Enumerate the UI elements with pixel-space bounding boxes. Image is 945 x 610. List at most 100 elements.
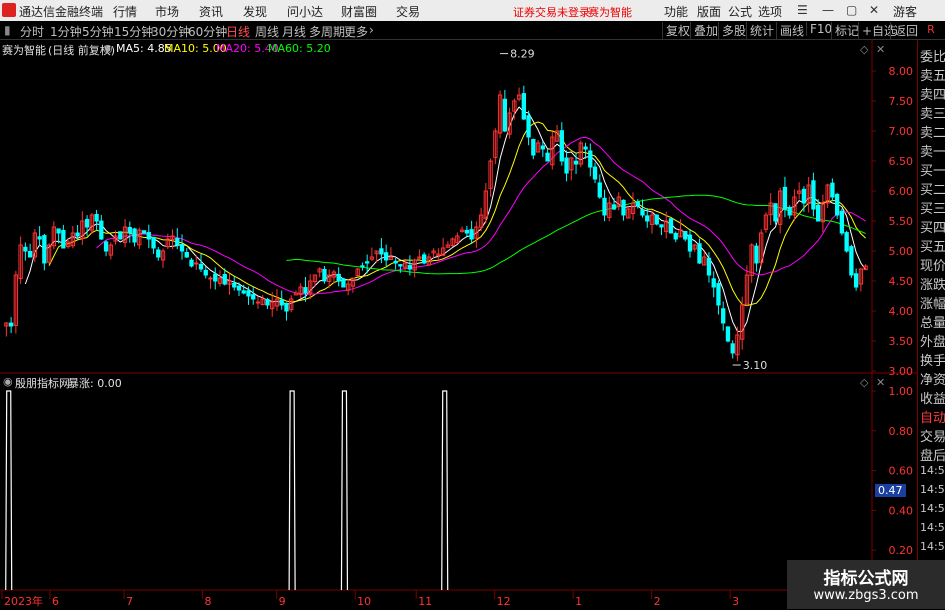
menu-wealth[interactable]: 财富圈	[341, 3, 377, 20]
diamond-icon[interactable]: ◇	[860, 376, 868, 389]
candle-body	[673, 232, 678, 240]
period-1min[interactable]: 1分钟	[50, 23, 82, 40]
candle-body	[27, 251, 33, 258]
menu-trade[interactable]: 交易	[396, 3, 420, 20]
quote-panel-row[interactable]: 现价	[920, 255, 945, 274]
menu-icon[interactable]: ☰	[797, 3, 808, 17]
diamond-icon[interactable]: ◇	[860, 43, 868, 56]
trade-login-notice[interactable]: 证券交易未登录	[513, 4, 590, 20]
btn-f10[interactable]: F10	[806, 22, 832, 36]
quote-panel-row[interactable]: 卖三	[920, 103, 945, 122]
candle-body	[721, 308, 726, 324]
guest-user[interactable]: 游客	[893, 3, 917, 20]
period-15min[interactable]: 15分钟	[114, 23, 153, 40]
candle-body	[844, 232, 849, 252]
menu-layout[interactable]: 版面	[697, 3, 721, 20]
quote-panel-row[interactable]: 14:56	[920, 502, 945, 515]
quote-panel-row[interactable]: 买四	[920, 217, 945, 236]
quote-panel-row[interactable]: 14:56	[920, 540, 945, 553]
candle-body	[213, 273, 218, 282]
quote-panel-row[interactable]: 净资	[920, 369, 945, 388]
menu-ask[interactable]: 问小达	[287, 3, 323, 20]
kline-chart-area[interactable]: 8.00 7.50 7.00 6.50 6.00 5.50 5.00 4.50 4.00 3.50…	[0, 39, 917, 609]
signal-spike	[288, 390, 296, 591]
quote-panel-row[interactable]: 14:56	[920, 464, 945, 477]
quote-panel-row[interactable]: 交易	[920, 426, 945, 445]
period-toolbar: ▮ 分时 1分钟 5分钟 15分钟 30分钟 60分钟 日线 周线 月线 多周期…	[0, 21, 945, 40]
candle-body	[611, 204, 617, 210]
indicator-settings-icon[interactable]: ◉	[3, 375, 13, 388]
candle-body	[222, 274, 227, 285]
menu-market[interactable]: 市场	[155, 3, 179, 20]
quote-panel-row[interactable]: 收益	[920, 388, 945, 407]
quote-panel-row[interactable]: 14:56	[920, 483, 945, 496]
sub-tick-label: 0.40	[889, 504, 914, 517]
menu-options[interactable]: 选项	[758, 3, 782, 20]
btn-overlay[interactable]: 叠加	[690, 22, 718, 39]
menu-formula[interactable]: 公式	[728, 3, 752, 20]
candle-body	[716, 283, 721, 306]
quote-panel-row[interactable]: 买二	[920, 179, 945, 198]
r-tab[interactable]: R	[917, 21, 945, 39]
date-label: 12	[497, 595, 511, 608]
quote-panel-row[interactable]: 总量	[920, 312, 945, 331]
candle-body	[56, 228, 61, 234]
period-monthly[interactable]: 月线	[282, 23, 306, 40]
candle-body	[383, 252, 389, 261]
menu-discover[interactable]: 发现	[243, 3, 267, 20]
price-tick-label: 6.00	[889, 185, 914, 198]
menu-quotes[interactable]: 行情	[113, 3, 137, 20]
quote-panel-row[interactable]: 卖四	[920, 84, 945, 103]
btn-multi-stock[interactable]: 多股	[718, 22, 746, 39]
candle-body	[255, 301, 261, 304]
price-tick-label: 5.00	[889, 245, 914, 258]
candle-body	[398, 264, 403, 267]
period-weekly[interactable]: 周线	[255, 23, 279, 40]
chevron-right-icon[interactable]: ›	[369, 23, 374, 37]
candle-body	[573, 160, 579, 165]
quote-panel-row[interactable]: 外盘	[920, 331, 945, 350]
period-tick[interactable]: 分时	[20, 23, 44, 40]
quote-panel-row[interactable]: 换手	[920, 350, 945, 369]
quote-panel-row[interactable]: 涨幅	[920, 293, 945, 312]
menu-news[interactable]: 资讯	[199, 3, 223, 20]
quote-panel-row[interactable]: 委比	[920, 46, 945, 65]
period-5min[interactable]: 5分钟	[82, 23, 114, 40]
collapse-icon[interactable]: ▮	[4, 23, 11, 37]
ma10-line	[48, 121, 866, 307]
quote-panel-row[interactable]: 买三	[920, 198, 945, 217]
watermark-title: 指标公式网	[823, 569, 909, 589]
btn-draw[interactable]: 画线	[776, 22, 804, 39]
quote-panel-row[interactable]: 14:56	[920, 521, 945, 534]
period-30min[interactable]: 30分钟	[151, 23, 190, 40]
close-icon[interactable]: ✕	[876, 376, 885, 389]
quote-panel-row[interactable]: 涨跌	[920, 274, 945, 293]
btn-restore-rights[interactable]: 复权	[662, 22, 690, 39]
candle-body	[241, 290, 246, 294]
btn-mark[interactable]: 标记	[831, 22, 859, 39]
candle-body	[203, 269, 208, 276]
menu-function[interactable]: 功能	[664, 3, 688, 20]
period-multi[interactable]: 多周期	[309, 23, 345, 40]
settings-icon[interactable]: ◉	[103, 42, 113, 55]
quote-panel-row[interactable]: 卖一	[920, 141, 945, 160]
maximize-icon[interactable]: ▢	[846, 3, 857, 17]
indicator-value: 暴涨: 0.00	[68, 377, 122, 390]
minimize-icon[interactable]: —	[822, 3, 834, 17]
candle-body	[635, 201, 640, 207]
period-daily[interactable]: 日线	[226, 23, 250, 40]
candle-body	[146, 232, 151, 240]
period-60min[interactable]: 60分钟	[188, 23, 227, 40]
btn-statistics[interactable]: 统计	[746, 22, 774, 39]
period-more[interactable]: 更多	[344, 23, 368, 40]
btn-back[interactable]: 返回	[890, 22, 918, 39]
quote-panel-row[interactable]: 卖二	[920, 122, 945, 141]
quote-panel-row[interactable]: 买五	[920, 236, 945, 255]
quote-panel-row[interactable]: 盘后	[920, 445, 945, 464]
close-icon[interactable]: ✕	[869, 3, 879, 17]
close-icon[interactable]: ✕	[876, 43, 885, 56]
quote-panel-row[interactable]: 卖五	[920, 65, 945, 84]
price-tick-label: 3.00	[889, 365, 914, 378]
quote-panel-row[interactable]: 自动	[920, 407, 945, 426]
quote-panel-row[interactable]: 买一	[920, 160, 945, 179]
